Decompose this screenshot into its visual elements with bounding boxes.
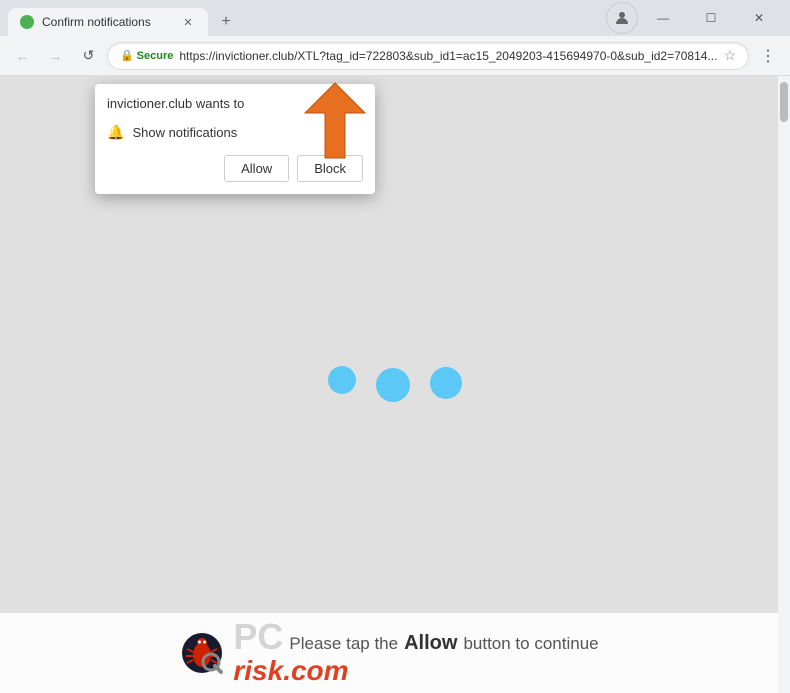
popup-buttons: Allow Block <box>107 155 363 182</box>
allow-button[interactable]: Allow <box>224 155 289 182</box>
block-button[interactable]: Block <box>297 155 363 182</box>
tab-favicon <box>20 15 34 29</box>
secure-badge: 🔒 Secure <box>120 49 173 62</box>
secure-label: Secure <box>137 50 174 62</box>
banner-suffix: button to continue <box>463 634 598 654</box>
url-display: https://invictioner.club/XTL?tag_id=7228… <box>179 49 717 63</box>
more-menu-button[interactable]: ⋮ <box>753 40 782 72</box>
tab-title: Confirm notifications <box>42 15 172 29</box>
popup-close-button[interactable]: × <box>343 96 363 116</box>
profile-button[interactable] <box>606 2 638 34</box>
active-tab[interactable]: Confirm notifications ✕ <box>8 8 208 36</box>
window-controls: — ☐ ✕ <box>606 2 782 34</box>
popup-site-text: invictioner.club wants to <box>107 96 244 111</box>
dot-3 <box>430 367 462 399</box>
bottom-banner: PC Please tap the Allow button to contin… <box>0 613 778 693</box>
banner-allow-word: Allow <box>404 632 457 655</box>
lock-icon: 🔒 <box>120 49 134 62</box>
risk-text: risk.com <box>233 655 348 687</box>
address-bar[interactable]: 🔒 Secure https://invictioner.club/XTL?ta… <box>107 42 749 70</box>
refresh-button[interactable]: ↺ <box>74 40 103 72</box>
tab-strip: Confirm notifications ✕ + <box>8 0 602 36</box>
pcrisk-bug-icon <box>179 630 225 676</box>
notification-label: Show notifications <box>132 125 237 140</box>
banner-text-block: PC Please tap the Allow button to contin… <box>233 619 598 687</box>
back-button[interactable]: ← <box>8 40 37 72</box>
banner-brand-row: risk.com <box>233 655 348 687</box>
tab-close-button[interactable]: ✕ <box>180 14 196 30</box>
maximize-button[interactable]: ☐ <box>688 2 734 34</box>
minimize-button[interactable]: — <box>640 2 686 34</box>
bookmark-button[interactable]: ☆ <box>723 47 736 64</box>
popup-notification-row: 🔔 Show notifications <box>107 124 363 141</box>
pcrisk-logo <box>179 630 225 676</box>
pc-text: PC <box>233 619 283 655</box>
dot-1 <box>328 366 356 394</box>
title-bar: Confirm notifications ✕ + — ☐ ✕ <box>0 0 790 36</box>
bell-icon: 🔔 <box>107 124 124 141</box>
scrollbar[interactable] <box>778 76 790 693</box>
scrollbar-thumb[interactable] <box>780 82 788 122</box>
popup-header: invictioner.club wants to × <box>107 96 363 116</box>
navigation-bar: ← → ↺ 🔒 Secure https://invictioner.club/… <box>0 36 790 76</box>
loading-dots <box>328 368 462 402</box>
notification-popup: invictioner.club wants to × 🔔 Show notif… <box>95 84 375 194</box>
new-tab-button[interactable]: + <box>212 8 240 36</box>
dot-2 <box>376 368 410 402</box>
page-content: invictioner.club wants to × 🔔 Show notif… <box>0 76 790 693</box>
close-button[interactable]: ✕ <box>736 2 782 34</box>
browser-window: Confirm notifications ✕ + — ☐ ✕ ← → ↺ 🔒 <box>0 0 790 693</box>
forward-button[interactable]: → <box>41 40 70 72</box>
banner-prefix: Please tap the <box>289 634 398 654</box>
account-icon <box>614 10 630 26</box>
